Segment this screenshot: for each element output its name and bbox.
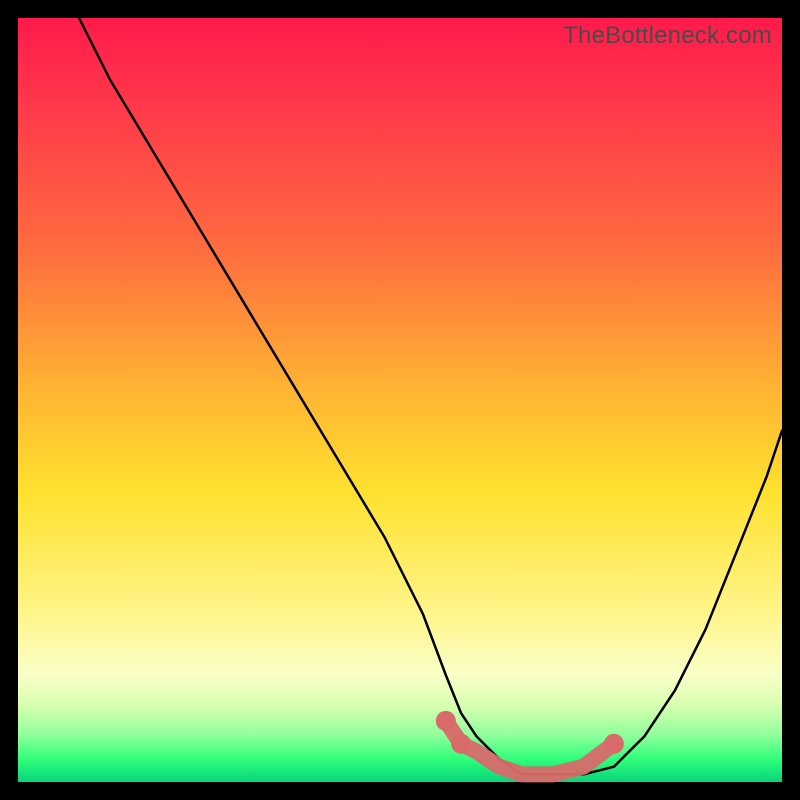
chart-frame: TheBottleneck.com xyxy=(0,0,800,800)
curve-layer xyxy=(18,18,782,782)
highlight-dot xyxy=(604,734,624,754)
highlight-dot xyxy=(451,734,471,754)
bottleneck-curve xyxy=(79,18,782,774)
highlight-dot xyxy=(436,711,456,731)
plot-area: TheBottleneck.com xyxy=(18,18,782,782)
